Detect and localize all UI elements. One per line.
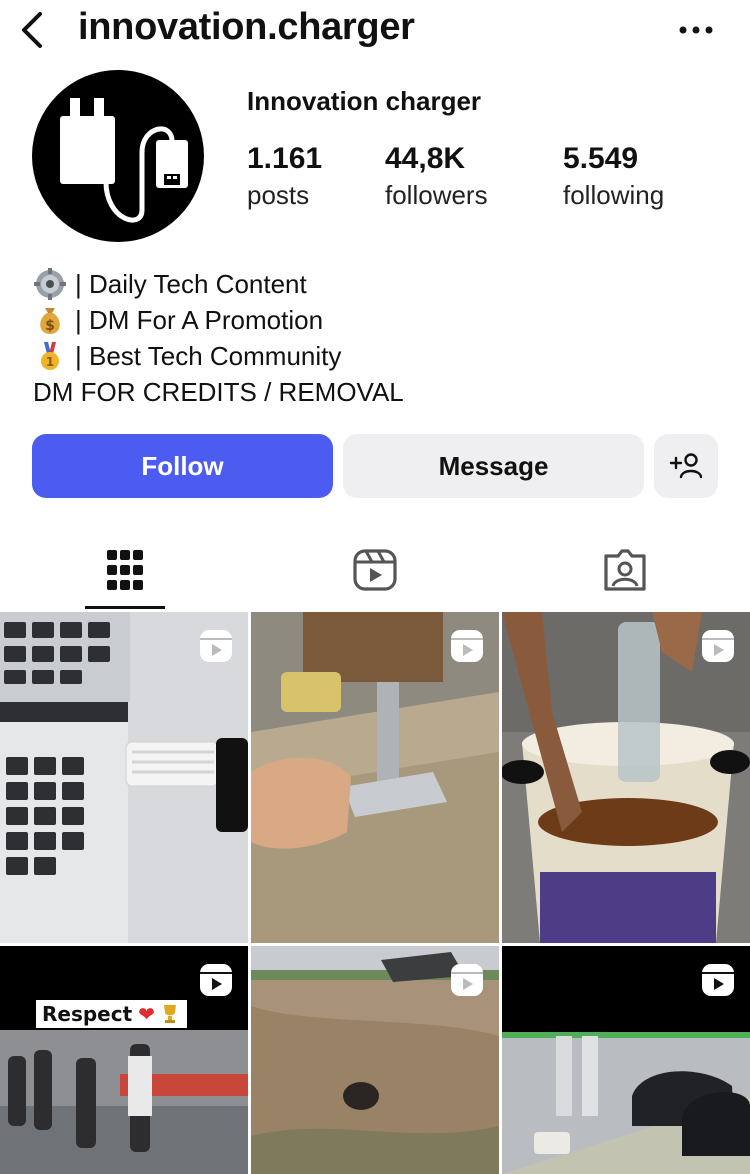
post-thumbnail[interactable] xyxy=(0,612,248,943)
post-thumbnail[interactable] xyxy=(251,946,499,1174)
posts-count-value: 1.161 xyxy=(247,142,323,175)
bio-text: DM FOR CREDITS / REMOVAL xyxy=(33,377,404,407)
bio-text: | Best Tech Community xyxy=(75,341,342,371)
tagged-icon xyxy=(604,549,646,591)
charger-logo-icon xyxy=(60,98,188,223)
back-button[interactable] xyxy=(14,8,50,52)
heart-icon: ❤ xyxy=(138,1002,155,1026)
bio-line: 1 | Best Tech Community xyxy=(33,338,723,374)
reel-indicator-icon xyxy=(200,630,232,662)
gear-icon xyxy=(33,267,67,301)
tab-tagged[interactable] xyxy=(500,530,750,610)
bio-text: | DM For A Promotion xyxy=(75,305,324,335)
selected-tab-indicator xyxy=(85,606,165,609)
post-thumbnail[interactable]: Respect ❤ xyxy=(0,946,248,1174)
more-options-button[interactable] xyxy=(676,12,716,48)
following-count-value: 5.549 xyxy=(563,142,639,175)
profile-avatar[interactable] xyxy=(32,70,204,242)
more-icon xyxy=(679,26,713,34)
tab-reels[interactable] xyxy=(250,530,500,610)
posts-count[interactable]: 1.161 posts xyxy=(247,142,322,211)
bio-line: | Daily Tech Content xyxy=(33,266,723,302)
following-count[interactable]: 5.549 following xyxy=(563,142,664,211)
post-caption-text: Respect xyxy=(42,1002,133,1026)
bio-text: | Daily Tech Content xyxy=(75,269,307,299)
posts-grid: Respect ❤ xyxy=(0,612,750,1174)
profile-bio: | Daily Tech Content $ | DM For A Promot… xyxy=(33,266,723,410)
followers-count[interactable]: 44,8K followers xyxy=(385,142,488,211)
medal-icon: 1 xyxy=(33,339,67,373)
reel-indicator-icon xyxy=(702,630,734,662)
reel-indicator-icon xyxy=(451,964,483,996)
top-bar: innovation.charger xyxy=(0,0,750,60)
followers-count-label: followers xyxy=(385,180,488,210)
reel-indicator-icon xyxy=(702,964,734,996)
reel-indicator-icon xyxy=(200,964,232,996)
profile-username: innovation.charger xyxy=(78,6,415,48)
post-thumbnail[interactable] xyxy=(251,612,499,943)
followers-count-value: 44,8K xyxy=(385,142,466,175)
money-bag-icon: $ xyxy=(33,303,67,337)
svg-text:1: 1 xyxy=(46,355,54,369)
profile-display-name: Innovation charger xyxy=(247,86,482,116)
following-count-label: following xyxy=(563,180,665,210)
post-caption-overlay: Respect ❤ xyxy=(36,1000,187,1028)
message-button[interactable]: Message xyxy=(343,434,644,498)
suggested-users-button[interactable] xyxy=(654,434,718,498)
tab-posts-grid[interactable] xyxy=(0,530,250,610)
chevron-left-icon xyxy=(22,12,42,48)
add-user-icon xyxy=(669,453,703,479)
follow-button[interactable]: Follow xyxy=(32,434,333,498)
reel-indicator-icon xyxy=(451,630,483,662)
svg-text:$: $ xyxy=(45,318,55,334)
reels-icon xyxy=(353,549,397,591)
posts-count-label: posts xyxy=(247,180,310,210)
bio-line: DM FOR CREDITS / REMOVAL xyxy=(33,374,723,410)
grid-icon xyxy=(107,550,143,590)
trophy-icon xyxy=(163,1005,176,1023)
post-thumbnail[interactable] xyxy=(502,946,750,1174)
post-thumbnail[interactable] xyxy=(502,612,750,943)
bio-line: $ | DM For A Promotion xyxy=(33,302,723,338)
profile-tabs xyxy=(0,530,750,610)
